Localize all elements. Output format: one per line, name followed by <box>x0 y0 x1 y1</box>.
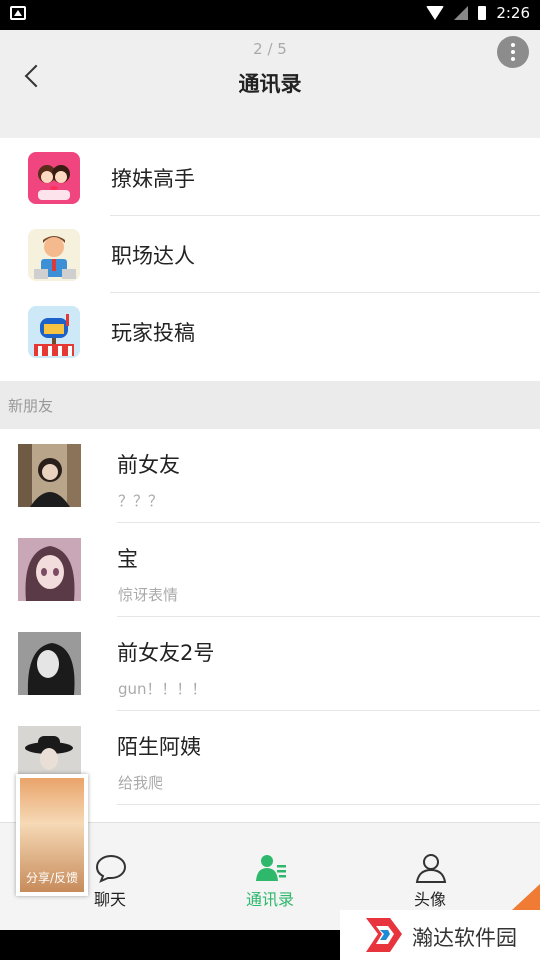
watermark: 瀚达软件园 <box>340 910 540 960</box>
friend-row[interactable]: 前女友 ？？？ <box>0 429 540 523</box>
fixed-contact-list: 撩妹高手 职场达人 玩家投稿 <box>0 139 540 370</box>
status-time: 2:26 <box>496 4 530 22</box>
friend-row[interactable]: 前女友2号 gun！！！！ <box>0 617 540 711</box>
signal-icon <box>454 6 469 20</box>
friend-name: 陌生阿姨 <box>117 735 201 759</box>
watermark-logo-icon <box>366 918 402 952</box>
header: 2 / 5 通讯录 <box>0 30 540 138</box>
tab-label: 通讯录 <box>245 890 294 909</box>
friend-row[interactable]: 宝 惊讶表情 <box>0 523 540 617</box>
flirt-master-icon <box>28 152 80 204</box>
list-item-label: 职场达人 <box>111 244 195 268</box>
chat-bubble-icon <box>95 854 127 883</box>
mailbox-icon <box>28 306 80 358</box>
list-item[interactable]: 职场达人 <box>0 216 540 293</box>
friend-message: 惊讶表情 <box>118 586 179 604</box>
list-item-label: 玩家投稿 <box>111 321 195 345</box>
friend-message: ？？？ <box>118 492 164 510</box>
image-notification-icon <box>10 6 26 20</box>
person-icon <box>415 854 447 883</box>
more-options-button[interactable] <box>497 36 529 68</box>
status-bar: 2:26 <box>0 0 540 30</box>
friend-name: 前女友 <box>117 453 180 477</box>
list-item-label: 撩妹高手 <box>111 167 195 191</box>
friend-name: 宝 <box>117 547 138 571</box>
share-feedback-thumbnail[interactable]: 分享/反馈 <box>16 774 88 896</box>
page-indicator: 2 / 5 <box>253 40 287 58</box>
corner-decoration <box>512 884 540 910</box>
avatar <box>18 538 81 601</box>
list-item[interactable]: 玩家投稿 <box>0 293 540 370</box>
wifi-icon <box>426 6 445 20</box>
thumbnail-label: 分享/反馈 <box>25 871 79 885</box>
friend-name: 前女友2号 <box>117 641 215 665</box>
friend-message: gun！！！！ <box>118 680 207 698</box>
avatar <box>18 444 81 507</box>
avatar <box>18 632 81 695</box>
workplace-expert-icon <box>28 229 80 281</box>
battery-icon <box>478 6 487 20</box>
list-item[interactable]: 撩妹高手 <box>0 139 540 216</box>
page-title: 通讯录 <box>238 72 302 96</box>
friend-list: 前女友 ？？？ 宝 惊讶表情 前女友2号 gun！！！！ 陌生阿姨 给我爬 <box>0 429 540 805</box>
tab-contacts[interactable]: 通讯录 <box>180 823 360 931</box>
friend-message: 给我爬 <box>118 774 164 792</box>
watermark-text: 瀚达软件园 <box>412 926 517 950</box>
tab-label: 头像 <box>413 890 446 909</box>
section-label: 新朋友 <box>8 397 54 415</box>
contacts-icon <box>256 855 286 881</box>
section-header: 新朋友 <box>0 381 540 429</box>
